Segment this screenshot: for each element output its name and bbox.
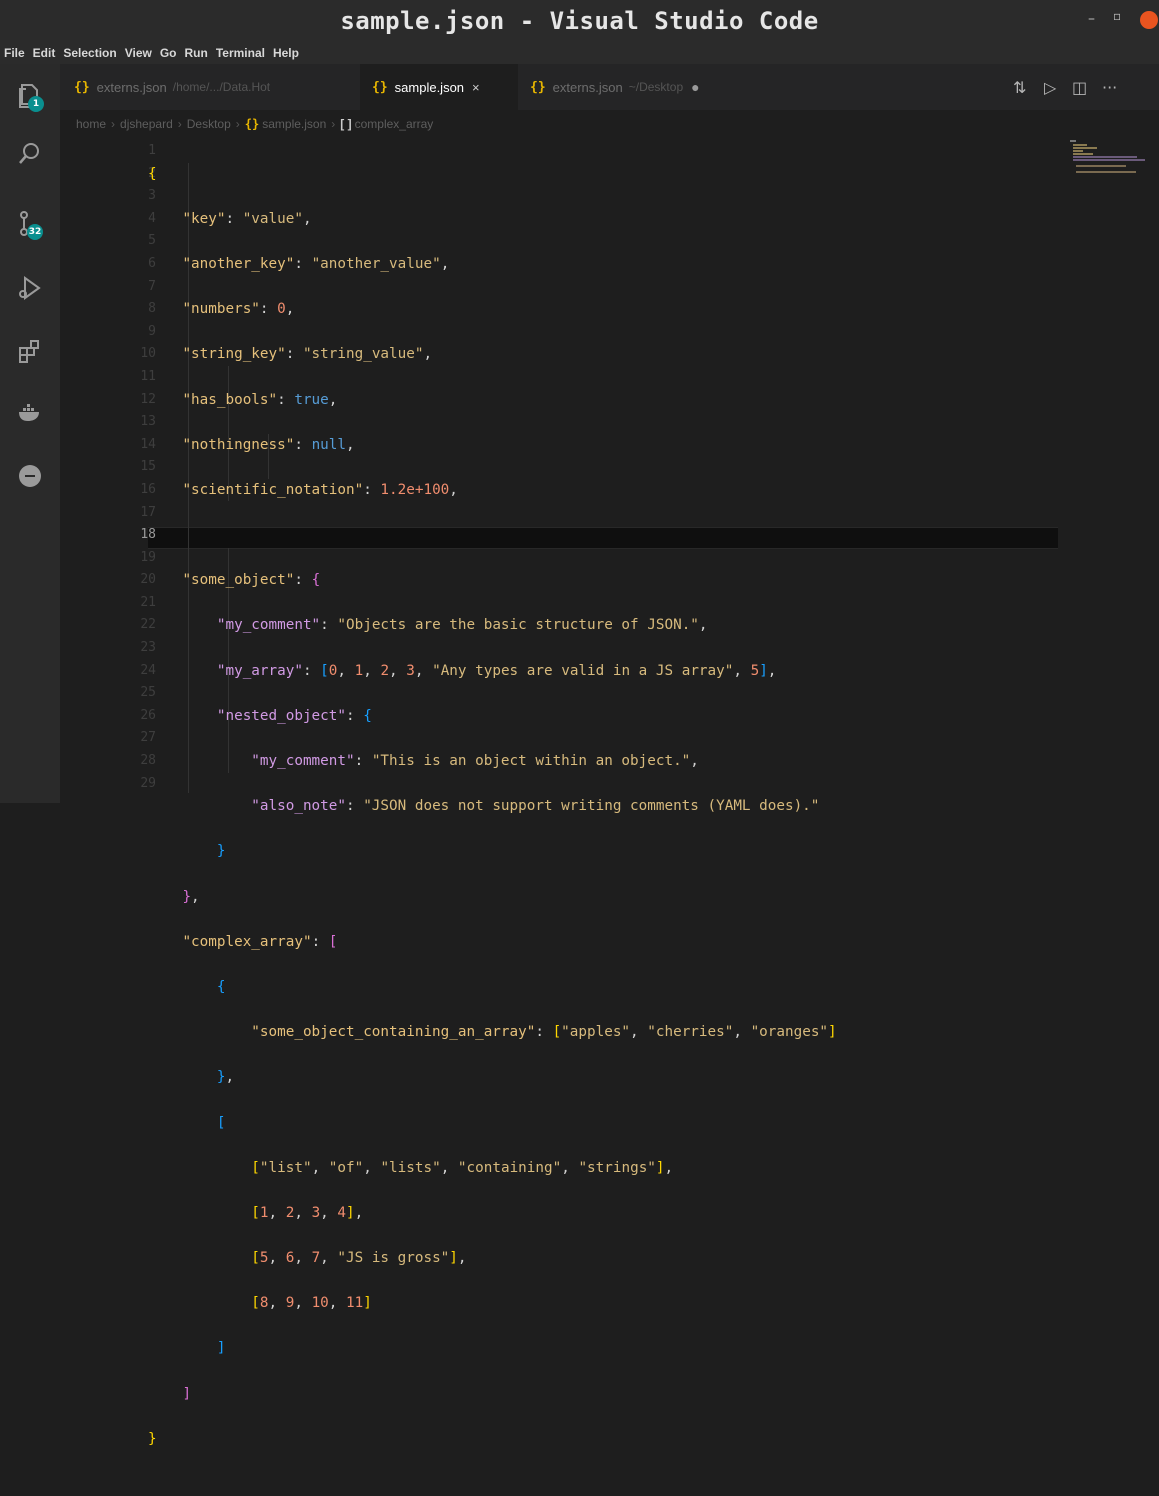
more-actions-icon[interactable]: ··· bbox=[1102, 78, 1117, 97]
docker-icon[interactable] bbox=[16, 398, 44, 426]
tab-sample-json[interactable]: {} sample.json × bbox=[360, 64, 518, 110]
run-icon[interactable]: ▷ bbox=[1044, 78, 1056, 97]
breadcrumb: home › djshepard › Desktop › {} sample.json… bbox=[76, 117, 434, 131]
json-file-icon: {} bbox=[372, 79, 388, 95]
json-file-icon: {} bbox=[244, 117, 260, 131]
json-file-icon: {} bbox=[74, 79, 90, 95]
menu-run[interactable]: Run bbox=[185, 46, 208, 60]
code-line: "some_object_containing_an_array": ["app… bbox=[251, 1024, 837, 1041]
menu-bar: File Edit Selection View Go Run Terminal… bbox=[0, 42, 1159, 64]
code-line: ] bbox=[216, 1340, 226, 1357]
code-line: ["list", "of", "lists", "containing", "s… bbox=[251, 1159, 674, 1176]
menu-terminal[interactable]: Terminal bbox=[216, 46, 265, 60]
menu-help[interactable]: Help bbox=[273, 46, 299, 60]
activity-bar: 1 32 bbox=[0, 64, 60, 803]
code-line: ] bbox=[182, 1385, 192, 1402]
compare-changes-icon[interactable]: ⇅ bbox=[1013, 78, 1026, 97]
code-line: [ bbox=[216, 1114, 226, 1131]
search-icon[interactable] bbox=[16, 140, 44, 168]
menu-view[interactable]: View bbox=[125, 46, 152, 60]
extensions-icon[interactable] bbox=[16, 338, 44, 366]
breadcrumb-user[interactable]: djshepard bbox=[120, 117, 173, 131]
menu-edit[interactable]: Edit bbox=[33, 46, 56, 60]
tab-label: externs.json bbox=[96, 79, 167, 95]
code-line: { bbox=[148, 165, 157, 182]
tab-label: externs.json bbox=[552, 79, 623, 95]
source-control-badge: 32 bbox=[27, 224, 43, 240]
tab-description: /home/.../Data.Hot bbox=[172, 80, 271, 94]
tab-externs-json-2[interactable]: {} externs.json ~/Desktop ● bbox=[530, 64, 760, 110]
menu-go[interactable]: Go bbox=[160, 46, 177, 60]
code-line: "scientific_notation": 1.2e+100, bbox=[182, 481, 458, 498]
window-title: sample.json - Visual Studio Code bbox=[340, 7, 819, 35]
code-line: { bbox=[216, 978, 226, 995]
source-control-icon[interactable]: 32 bbox=[16, 210, 44, 240]
maximize-button[interactable]: ▫ bbox=[1113, 9, 1121, 23]
title-bar: sample.json - Visual Studio Code – ▫ bbox=[0, 0, 1159, 42]
code-line: "key": "value", bbox=[182, 210, 312, 227]
code-line: [8, 9, 10, 11] bbox=[251, 1295, 372, 1312]
code-content[interactable]: { "key": "value", "another_key": "anothe… bbox=[148, 140, 1148, 1496]
breadcrumb-home[interactable]: home bbox=[76, 117, 106, 131]
code-line: } bbox=[148, 1430, 157, 1447]
code-line: "another_key": "another_value", bbox=[182, 255, 450, 272]
close-button[interactable] bbox=[1140, 11, 1158, 29]
code-line: "my_comment": "This is an object within … bbox=[251, 753, 699, 770]
code-line: "has_bools": true, bbox=[182, 391, 338, 408]
split-editor-icon[interactable]: ◫ bbox=[1072, 78, 1087, 97]
code-line: "my_array": [0, 1, 2, 3, "Any types are … bbox=[216, 662, 777, 679]
minimap[interactable] bbox=[1070, 138, 1150, 198]
code-line: [5, 6, 7, "JS is gross"], bbox=[251, 1250, 467, 1267]
code-line: [1, 2, 3, 4], bbox=[251, 1204, 364, 1221]
modified-dot-icon: ● bbox=[691, 79, 700, 95]
code-line: }, bbox=[182, 888, 200, 905]
code-line: } bbox=[216, 843, 226, 860]
explorer-icon[interactable]: 1 bbox=[16, 82, 44, 112]
breadcrumb-symbol[interactable]: complex_array bbox=[355, 117, 434, 131]
close-tab-icon[interactable]: × bbox=[472, 80, 480, 95]
tab-bar: {} externs.json /home/.../Data.Hot {} sa… bbox=[60, 64, 1159, 110]
minimize-button[interactable]: – bbox=[1088, 11, 1095, 27]
explorer-badge: 1 bbox=[28, 96, 44, 112]
code-line: }, bbox=[216, 1069, 235, 1086]
code-line: "some_object": { bbox=[182, 572, 321, 589]
code-line: "string_key": "string_value", bbox=[182, 346, 433, 363]
code-line: "nested_object": { bbox=[216, 707, 372, 724]
tab-label: sample.json bbox=[394, 79, 465, 95]
code-line: "numbers": 0, bbox=[182, 301, 295, 318]
tab-externs-json-1[interactable]: {} externs.json /home/.../Data.Hot bbox=[74, 64, 304, 110]
array-symbol-icon: [ ] bbox=[340, 117, 352, 131]
remote-icon[interactable] bbox=[16, 462, 44, 490]
code-line: "nothingness": null, bbox=[182, 436, 355, 453]
run-debug-icon[interactable] bbox=[16, 274, 44, 302]
menu-file[interactable]: File bbox=[4, 46, 25, 60]
json-file-icon: {} bbox=[530, 79, 546, 95]
menu-selection[interactable]: Selection bbox=[63, 46, 116, 60]
code-line: "also_note": "JSON does not support writ… bbox=[251, 798, 820, 815]
editor-area[interactable]: 1 2 3 4 5 6 7 8 9 10 11 12 13 14 15 16 1… bbox=[60, 138, 1159, 1447]
tab-description: ~/Desktop bbox=[628, 80, 684, 94]
breadcrumb-desktop[interactable]: Desktop bbox=[187, 117, 231, 131]
code-line: "my_comment": "Objects are the basic str… bbox=[216, 617, 708, 634]
breadcrumb-file[interactable]: sample.json bbox=[262, 117, 326, 131]
code-line: "complex_array": [ bbox=[182, 933, 338, 950]
